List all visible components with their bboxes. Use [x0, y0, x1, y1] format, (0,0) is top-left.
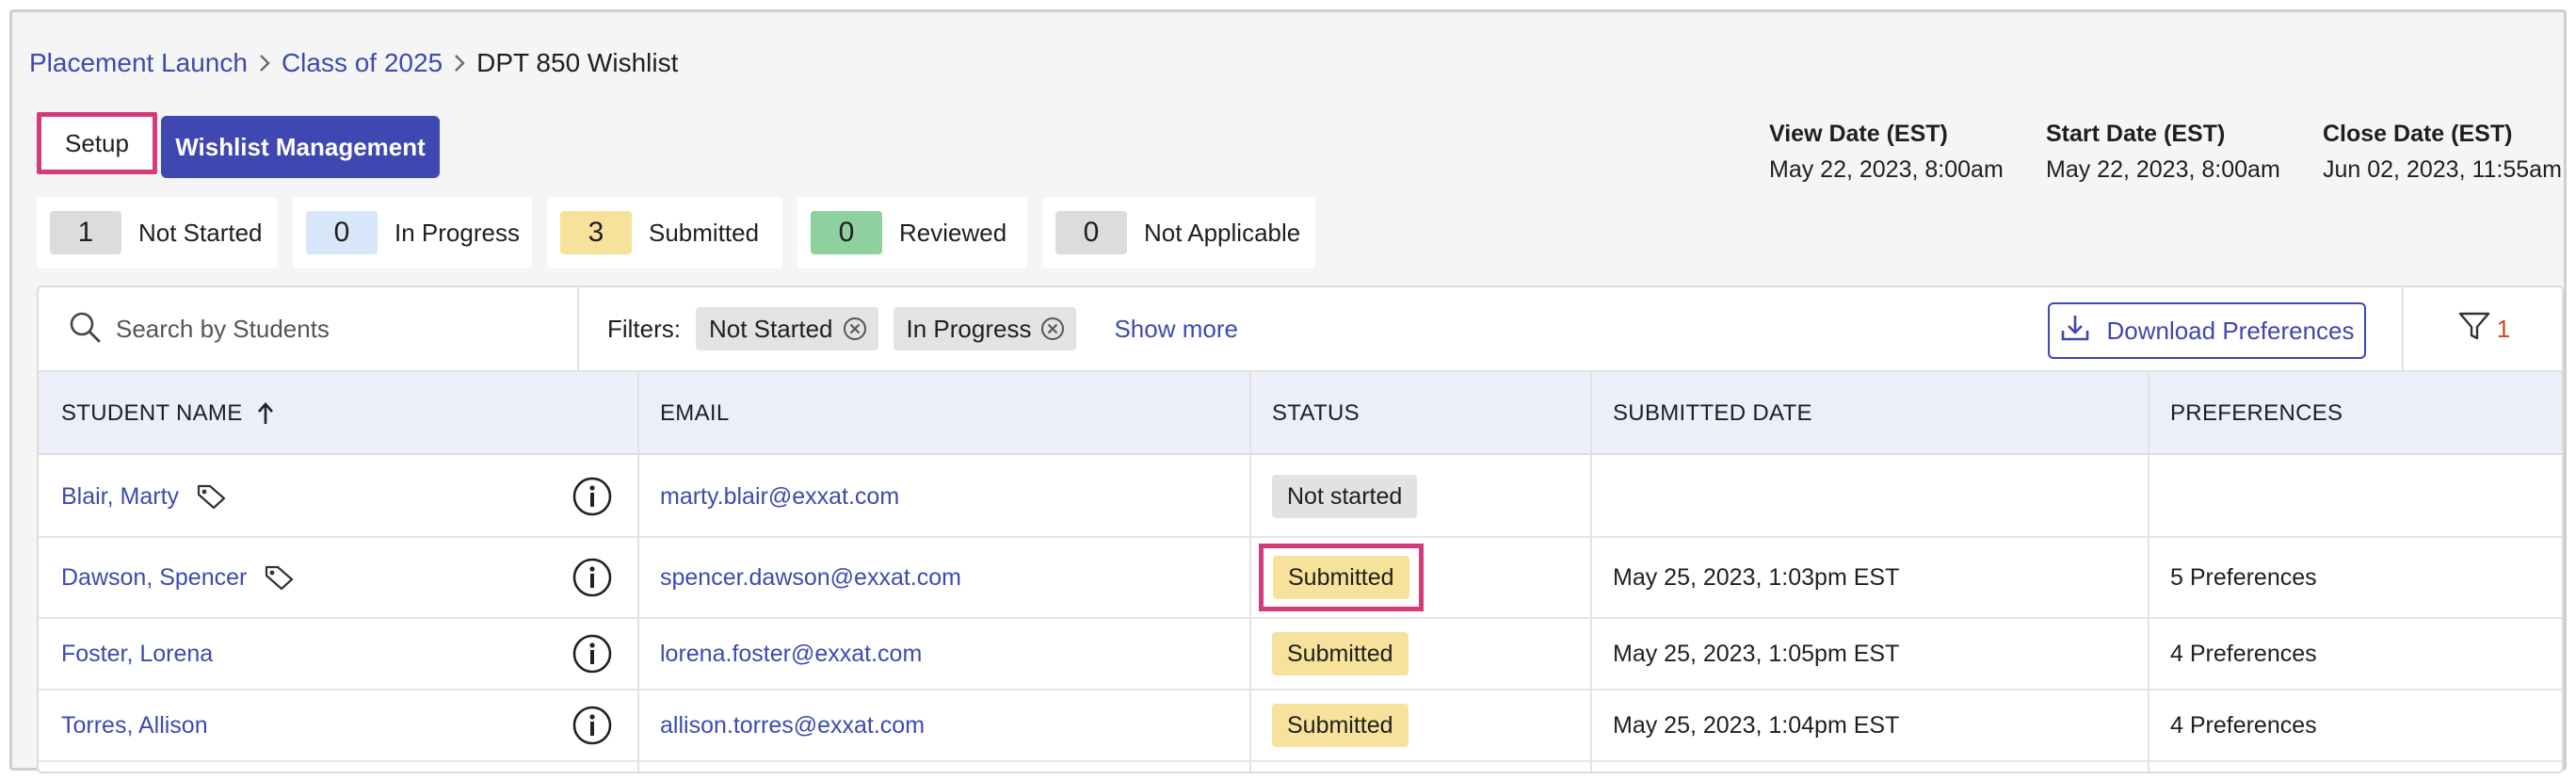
email-link[interactable]: marty.blair@exxat.com	[660, 457, 899, 536]
header-preferences[interactable]: PREFERENCES	[2170, 372, 2343, 455]
breadcrumb-current: DPT 850 Wishlist	[476, 48, 679, 77]
start-date-value: May 22, 2023, 8:00am	[2046, 156, 2280, 183]
chevron-right-icon	[257, 53, 272, 73]
search-icon	[69, 311, 101, 348]
count-chip: 0	[1055, 211, 1127, 254]
search-box[interactable]	[39, 287, 579, 370]
table-row[interactable]: Blair, Marty marty.blair@exxat.com Not s…	[39, 457, 2562, 538]
status-highlight: Submitted	[1259, 544, 1424, 611]
status-card-in-progress[interactable]: 0 In Progress	[293, 197, 532, 268]
submitted-date-cell: May 25, 2023, 1:04pm EST	[1613, 711, 1900, 739]
close-date-value: Jun 02, 2023, 11:55am	[2323, 156, 2562, 183]
student-name-link[interactable]: Dawson, Spencer	[61, 564, 247, 592]
status-cell: Submitted	[1259, 538, 1424, 617]
preferences-cell: 4 Preferences	[2170, 711, 2317, 739]
status-cell: Submitted	[1272, 691, 1409, 760]
sort-ascending-icon	[256, 401, 275, 426]
header-student-name[interactable]: STUDENT NAME	[61, 372, 275, 455]
active-filter-count: 1	[2496, 314, 2511, 343]
count-chip: 0	[306, 211, 378, 254]
student-name-cell: Foster, Lorena	[61, 619, 213, 689]
funnel-icon	[2457, 310, 2491, 349]
breadcrumb: Placement Launch Class of 2025 DPT 850 W…	[29, 44, 678, 82]
status-card-submitted[interactable]: 3 Submitted	[547, 197, 782, 268]
view-date-value: May 22, 2023, 8:00am	[1769, 156, 2004, 183]
submitted-date-cell: May 25, 2023, 1:03pm EST	[1613, 563, 1900, 591]
email-link[interactable]: spencer.dawson@exxat.com	[660, 538, 961, 617]
filter-chip-in-progress: In Progress	[893, 307, 1077, 350]
status-cell: Submitted	[1272, 619, 1409, 689]
status-card-label: In Progress	[394, 218, 520, 247]
info-icon[interactable]	[572, 538, 613, 617]
download-icon	[2059, 312, 2091, 350]
filter-chip-label: Not Started	[709, 314, 833, 343]
status-badge: Submitted	[1273, 556, 1409, 599]
student-name-cell: Dawson, Spencer	[61, 538, 296, 617]
header-status[interactable]: STATUS	[1272, 372, 1360, 455]
view-date-label: View Date (EST)	[1769, 121, 1948, 147]
tag-icon[interactable]	[264, 563, 296, 592]
remove-filter-icon[interactable]	[843, 317, 867, 341]
start-date: Start Date (EST) May 22, 2023, 8:00am	[2046, 116, 2280, 187]
email-link[interactable]: lorena.foster@exxat.com	[660, 619, 922, 689]
submitted-date-cell: May 25, 2023, 1:05pm EST	[1613, 640, 1900, 667]
table-header: STUDENT NAME EMAIL STATUS SUBMITTED DATE…	[39, 372, 2562, 455]
table-toolbar: Filters: Not Started In Progress Show mo…	[39, 287, 2562, 372]
student-name-cell: Torres, Allison	[61, 691, 208, 760]
status-card-label: Not Started	[138, 218, 263, 247]
search-input[interactable]	[116, 314, 568, 344]
preferences-cell: 4 Preferences	[2170, 640, 2317, 667]
status-badge: Submitted	[1272, 632, 1409, 675]
status-card-label: Submitted	[649, 218, 760, 247]
students-panel: Filters: Not Started In Progress Show mo…	[37, 285, 2564, 773]
remove-filter-icon[interactable]	[1040, 317, 1065, 341]
info-icon[interactable]	[572, 619, 613, 689]
student-name-cell: Blair, Marty	[61, 457, 228, 536]
student-name-link[interactable]: Blair, Marty	[61, 483, 179, 511]
filter-toggle-button[interactable]: 1	[2402, 287, 2562, 370]
tab-setup[interactable]: Setup	[37, 112, 157, 174]
view-date: View Date (EST) May 22, 2023, 8:00am	[1769, 116, 2004, 187]
breadcrumb-placement-launch[interactable]: Placement Launch	[29, 48, 248, 78]
count-chip: 3	[560, 211, 632, 254]
status-card-label: Reviewed	[899, 218, 1007, 247]
status-badge: Submitted	[1272, 704, 1409, 747]
status-card-label: Not Applicable	[1144, 218, 1301, 247]
preferences-cell: 5 Preferences	[2170, 563, 2317, 591]
count-chip: 1	[50, 211, 121, 254]
student-name-link[interactable]: Foster, Lorena	[61, 641, 213, 668]
filter-chip-label: In Progress	[906, 314, 1032, 343]
student-name-link[interactable]: Torres, Allison	[61, 712, 208, 739]
status-card-reviewed[interactable]: 0 Reviewed	[797, 197, 1027, 268]
header-label: STUDENT NAME	[61, 400, 243, 426]
tag-icon[interactable]	[196, 482, 228, 511]
header-email[interactable]: EMAIL	[660, 372, 730, 455]
tab-wishlist-management[interactable]: Wishlist Management	[161, 116, 440, 178]
table-row[interactable]: Dawson, Spencer spencer.dawson@exxat.com…	[39, 538, 2562, 619]
show-more-link[interactable]: Show more	[1114, 315, 1238, 344]
filters-label: Filters:	[607, 314, 681, 343]
status-card-not-started[interactable]: 1 Not Started	[37, 197, 278, 268]
email-link[interactable]: allison.torres@exxat.com	[660, 691, 925, 760]
filters-bar: Filters: Not Started In Progress Show mo…	[607, 287, 1238, 370]
status-cell: Not started	[1272, 457, 1418, 536]
filter-chip-not-started: Not Started	[696, 307, 878, 350]
table-row[interactable]: Torres, Allison allison.torres@exxat.com…	[39, 691, 2562, 762]
status-card-not-applicable[interactable]: 0 Not Applicable	[1042, 197, 1315, 268]
breadcrumb-class-of-2025[interactable]: Class of 2025	[282, 48, 443, 78]
download-preferences-button[interactable]: Download Preferences	[2048, 302, 2366, 359]
download-preferences-label: Download Preferences	[2106, 316, 2355, 345]
status-badge: Not started	[1272, 475, 1418, 518]
count-chip: 0	[811, 211, 882, 254]
start-date-label: Start Date (EST)	[2046, 121, 2226, 147]
info-icon[interactable]	[572, 691, 613, 760]
table-row[interactable]: Foster, Lorena lorena.foster@exxat.com S…	[39, 619, 2562, 691]
info-icon[interactable]	[572, 457, 613, 536]
app-frame: Placement Launch Class of 2025 DPT 850 W…	[9, 9, 2567, 773]
close-date-label: Close Date (EST)	[2323, 121, 2513, 147]
header-submitted-date[interactable]: SUBMITTED DATE	[1613, 372, 1812, 455]
close-date: Close Date (EST) Jun 02, 2023, 11:55am	[2323, 116, 2562, 187]
chevron-right-icon	[452, 53, 467, 73]
